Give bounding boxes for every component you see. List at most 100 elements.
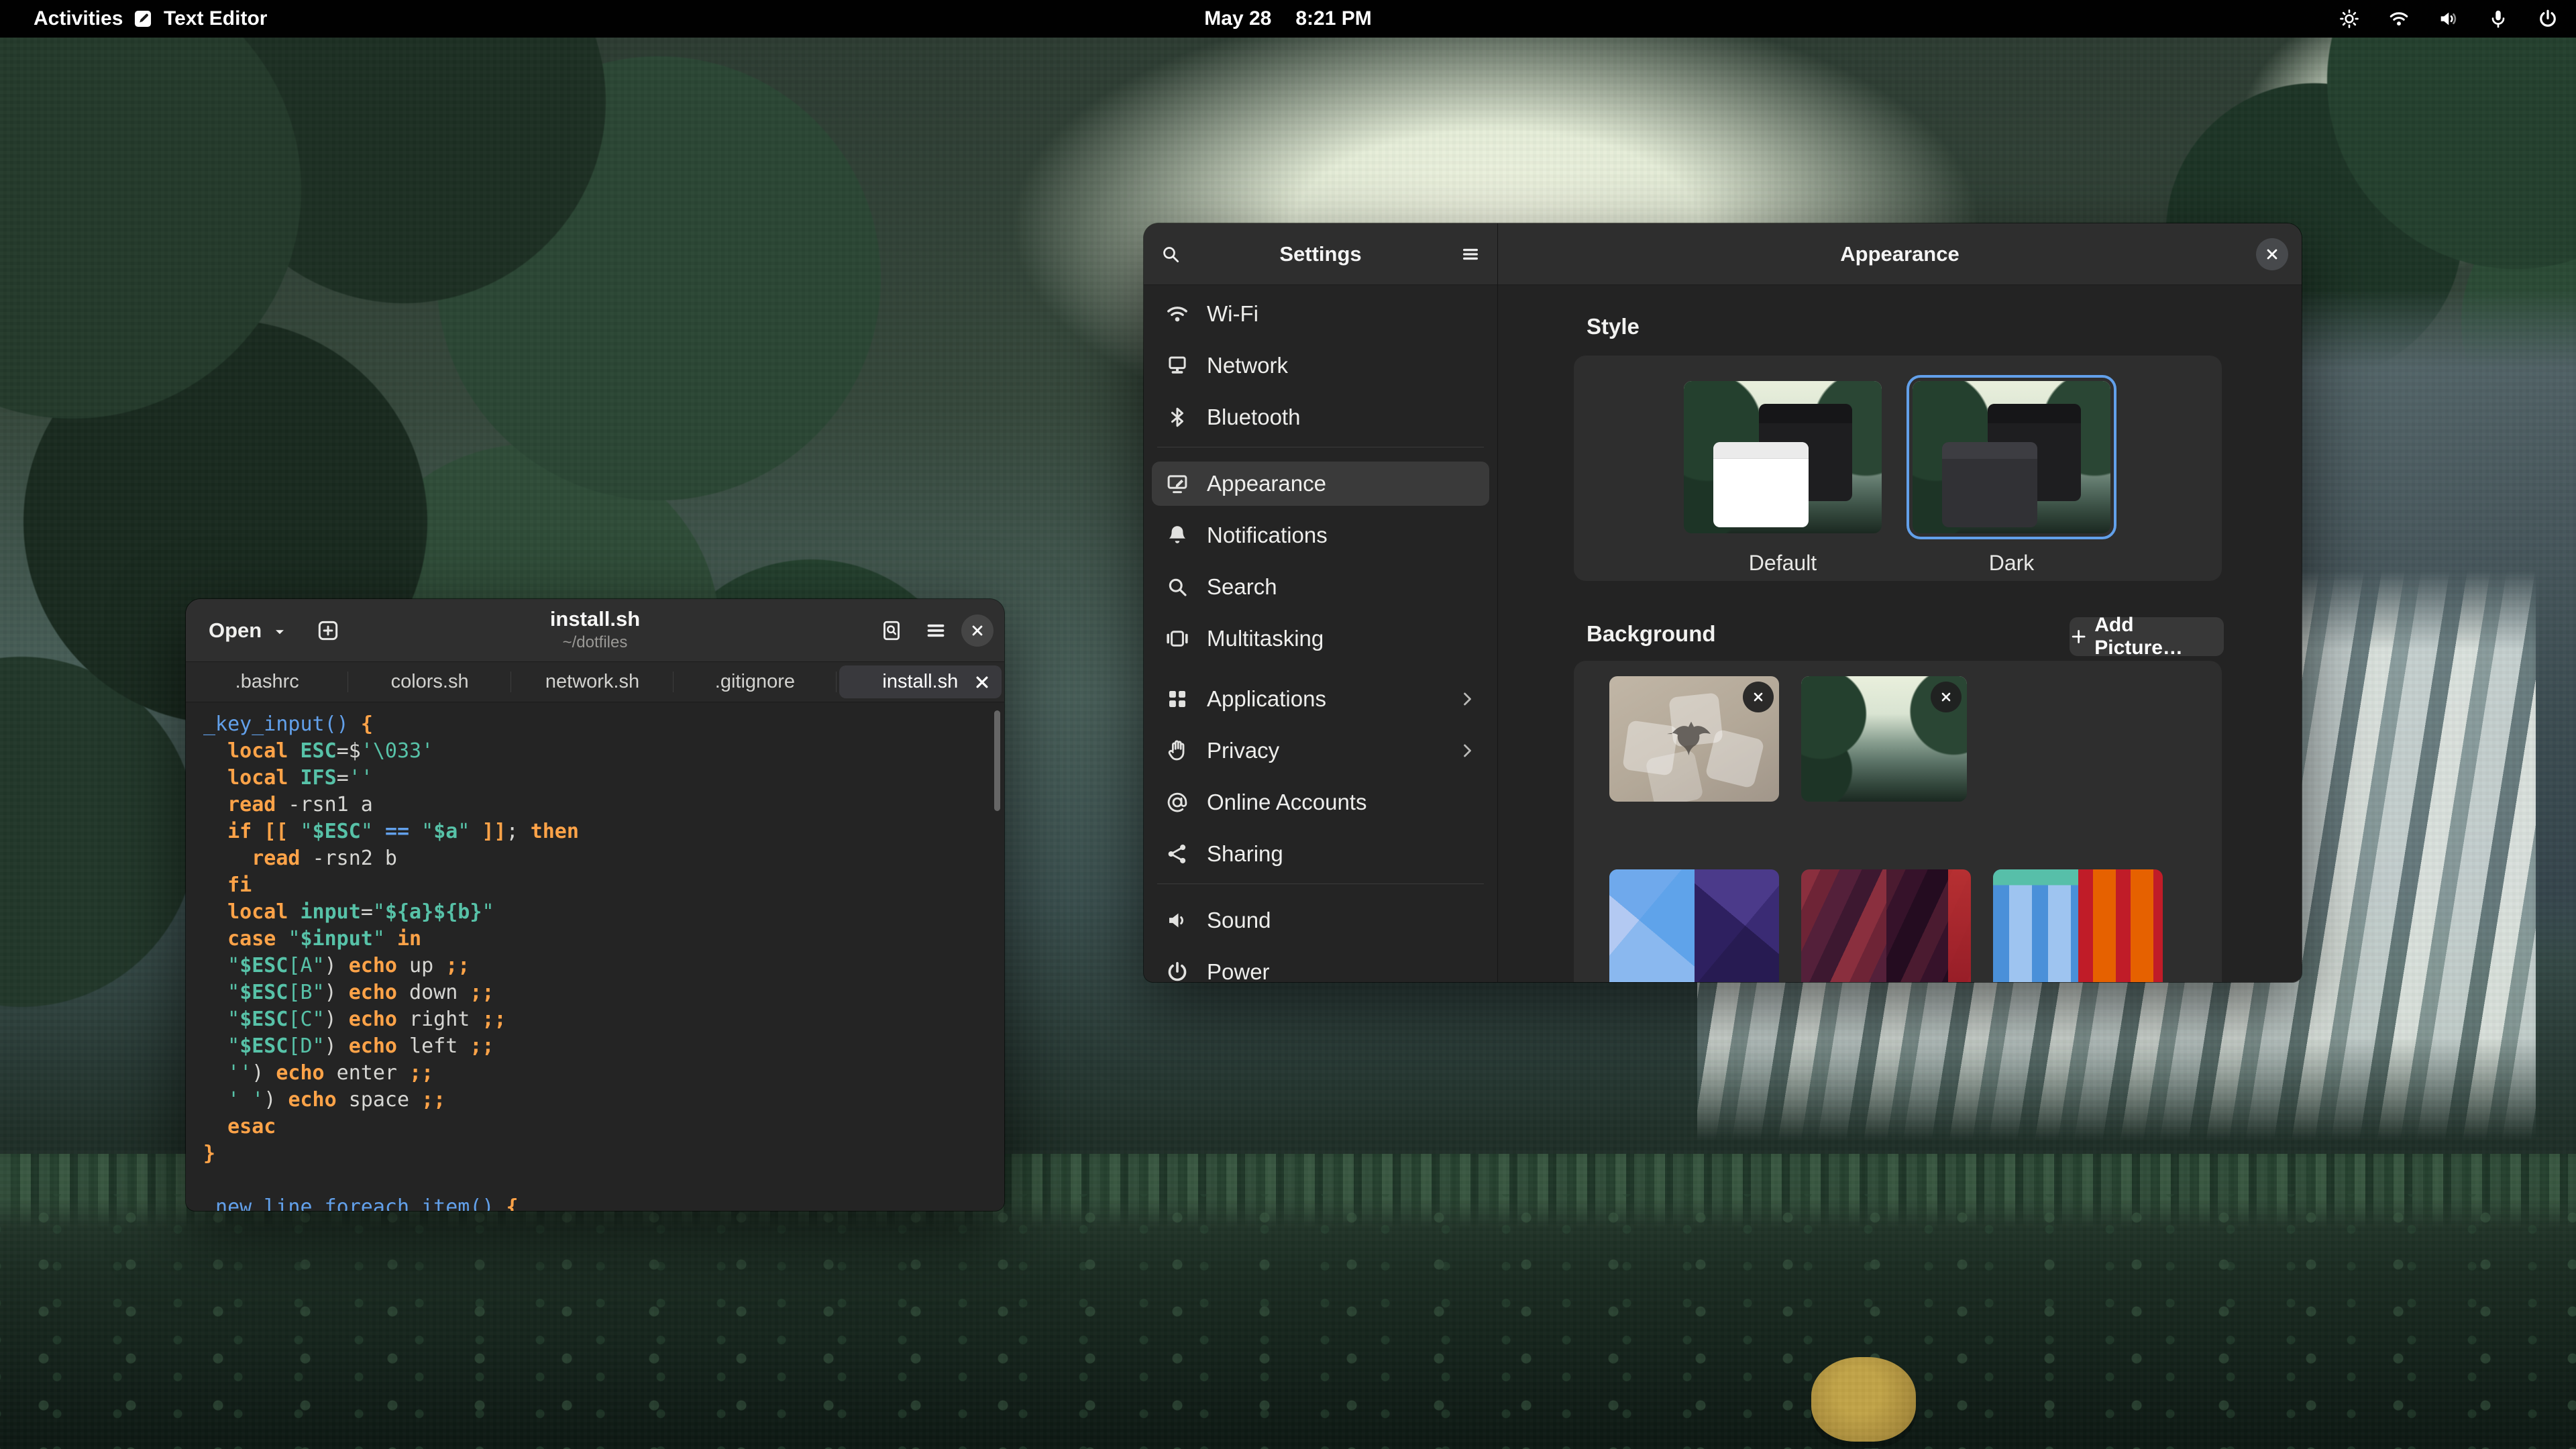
background-thumb-forest-waterfall[interactable]: [1801, 676, 1967, 802]
close-icon: [1939, 690, 1953, 704]
sidebar-item-bluetooth[interactable]: Bluetooth: [1152, 395, 1489, 439]
style-option-default[interactable]: Default: [1684, 381, 1882, 576]
document-overview-button[interactable]: [875, 614, 908, 647]
open-document-button[interactable]: Open: [202, 614, 295, 647]
bell-icon: [1165, 523, 1189, 547]
code-line: ' ') echo space ;;: [203, 1087, 1004, 1114]
code-line: case "$input" in: [203, 926, 1004, 953]
code-area[interactable]: _key_input() { local ESC=$'\033' local I…: [186, 703, 1004, 1211]
tab-install-sh[interactable]: install.sh: [839, 665, 1002, 698]
settings-main-pane: Appearance Style Default: [1498, 223, 2302, 982]
new-tab-button[interactable]: [312, 614, 344, 647]
add-picture-button[interactable]: Add Picture…: [2070, 617, 2224, 656]
tab-close-icon[interactable]: [972, 672, 992, 692]
sidebar-item-applications[interactable]: Applications: [1152, 677, 1489, 721]
online-accounts-icon: [1165, 790, 1189, 814]
settings-sidebar-header: Settings: [1144, 223, 1497, 285]
sidebar-item-online-accounts[interactable]: Online Accounts: [1152, 780, 1489, 824]
tab-bar: .bashrc colors.sh network.sh .gitignore inst…: [186, 662, 1004, 702]
remove-wallpaper-button[interactable]: [1931, 682, 1962, 712]
code-line: local ESC=$'\033': [203, 738, 1004, 765]
remove-wallpaper-button[interactable]: [1743, 682, 1774, 712]
focused-app-name: Text Editor: [164, 7, 267, 30]
background-thumb-custom-tiles-dragon[interactable]: [1609, 676, 1779, 802]
window-close-button[interactable]: [961, 614, 994, 647]
settings-window: Settings Wi-FiNetworkBluetoothAppearance…: [1144, 223, 2302, 982]
sidebar-item-sound[interactable]: Sound: [1152, 898, 1489, 943]
code-line: _key_input() {: [203, 711, 1004, 738]
document-folder: ~/dotfiles: [550, 633, 640, 652]
sidebar-item-privacy[interactable]: Privacy: [1152, 729, 1489, 773]
style-card: Default Dark: [1574, 356, 2222, 581]
tab-colors-sh[interactable]: colors.sh: [348, 662, 511, 702]
apps-grid-icon: [1165, 687, 1189, 711]
page-title: Appearance: [1498, 223, 2302, 284]
code-line: "$ESC[A") echo up ;;: [203, 953, 1004, 979]
wifi-icon: [2388, 8, 2410, 30]
tab-label: colors.sh: [391, 671, 469, 693]
sidebar-item-label: Applications: [1207, 686, 1326, 712]
sidebar-item-label: Search: [1207, 574, 1277, 600]
focused-app-menu[interactable]: Text Editor: [131, 0, 267, 38]
chevron-down-icon: [271, 622, 288, 639]
mock-window-front-dark: [1942, 442, 2037, 527]
background-thumb-waves-dark-red[interactable]: [1801, 869, 1971, 982]
tab--bashrc[interactable]: .bashrc: [186, 662, 348, 702]
hamburger-menu-icon: [1460, 244, 1481, 265]
sidebar-item-power[interactable]: Power: [1152, 950, 1489, 982]
activities-button[interactable]: Activities: [24, 0, 132, 38]
tab-label: .bashrc: [235, 671, 299, 693]
code-line: }: [203, 1140, 1004, 1167]
hamburger-menu-icon: [924, 619, 948, 643]
sidebar-item-multitasking[interactable]: Multitasking: [1152, 616, 1489, 661]
brightness-icon: [2339, 8, 2360, 30]
add-picture-label: Add Picture…: [2094, 614, 2224, 659]
wallpaper-turtle: [1811, 1357, 1916, 1442]
code-line: "$ESC[B") echo down ;;: [203, 979, 1004, 1006]
sidebar-item-label: Online Accounts: [1207, 790, 1366, 815]
sidebar-item-label: Notifications: [1207, 523, 1328, 548]
settings-close-button[interactable]: [2256, 238, 2288, 270]
clock-button[interactable]: May 28 8:21 PM: [1204, 0, 1371, 38]
volume-icon: [2438, 8, 2459, 30]
tab-label: .gitignore: [715, 671, 795, 693]
sidebar-item-search[interactable]: Search: [1152, 565, 1489, 609]
document-name: install.sh: [550, 607, 640, 631]
plus-icon: [2070, 627, 2088, 646]
main-menu-button[interactable]: [920, 614, 952, 647]
settings-menu-button[interactable]: [1454, 238, 1487, 270]
style-dark-preview: [1913, 381, 2110, 533]
top-bar: Activities Text Editor May 28 8:21 PM: [0, 0, 2576, 38]
dragon-logo-icon: [1660, 711, 1722, 766]
sidebar-item-wi-fi[interactable]: Wi-Fi: [1152, 292, 1489, 336]
microphone-icon: [2487, 8, 2509, 30]
sidebar-divider: [1157, 883, 1484, 884]
chevron-right-icon: [1457, 689, 1477, 709]
chevron-right-icon: [1457, 741, 1477, 761]
settings-sidebar: Settings Wi-Fi Network Bluetooth Appearance…: [1144, 223, 1498, 982]
tab--gitignore[interactable]: .gitignore: [674, 662, 836, 702]
sound-icon: [1165, 908, 1189, 932]
sidebar-item-network[interactable]: Network: [1152, 343, 1489, 388]
style-option-dark[interactable]: Dark: [1913, 381, 2110, 576]
tab-network-sh[interactable]: network.sh: [511, 662, 674, 702]
code-line: "$ESC[D") echo left ;;: [203, 1033, 1004, 1060]
tab-label: install.sh: [882, 671, 958, 693]
background-thumb-drips-blue-orange[interactable]: [1993, 869, 2163, 982]
style-option-label: Default: [1684, 551, 1882, 576]
code-line: "$ESC[C") echo right ;;: [203, 1006, 1004, 1033]
system-status-area[interactable]: [2339, 0, 2559, 38]
sidebar-item-appearance[interactable]: Appearance: [1152, 462, 1489, 506]
sidebar-item-sharing[interactable]: Sharing: [1152, 832, 1489, 876]
close-icon: [969, 622, 986, 639]
style-option-label: Dark: [1913, 551, 2110, 576]
document-search-icon: [879, 619, 904, 643]
settings-title: Settings: [1144, 223, 1497, 285]
tab-label: network.sh: [545, 671, 639, 693]
sidebar-item-notifications[interactable]: Notifications: [1152, 513, 1489, 557]
background-thumb-pixels-blue-purple[interactable]: [1609, 869, 1779, 982]
editor-scrollbar-thumb[interactable]: [994, 710, 1000, 811]
code-line: '') echo enter ;;: [203, 1060, 1004, 1087]
style-section-label: Style: [1587, 314, 1640, 339]
mock-window-front-light: [1713, 442, 1809, 527]
